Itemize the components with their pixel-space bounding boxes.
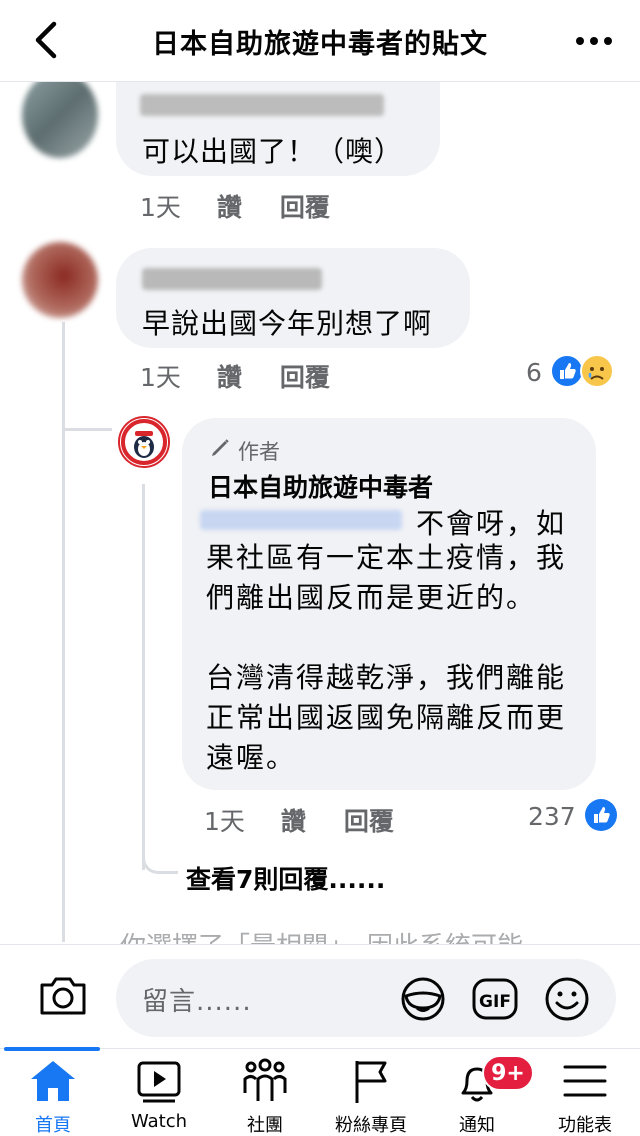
comment-meta: 1天 讚 回覆: [140, 358, 330, 394]
reaction-count[interactable]: 237: [528, 802, 576, 831]
reply-meta: 1天 讚 回覆: [204, 802, 394, 838]
pen-icon: [212, 439, 229, 456]
back-button[interactable]: [26, 18, 70, 62]
like-reaction-icon: [550, 354, 584, 388]
like-reaction-icon[interactable]: [584, 798, 618, 832]
like-button[interactable]: 讚: [217, 188, 242, 224]
reply-text: 果社區有一定本土疫情，我 們離出國反而是更近的。 台灣清得越乾淨，我們離能 正常…: [206, 541, 567, 774]
more-options-button[interactable]: [574, 26, 614, 56]
tab-label: 社團: [247, 1115, 283, 1136]
top-bar: 日本自助旅遊中毒者的貼文: [0, 0, 640, 82]
tab-label: 粉絲專頁: [335, 1115, 407, 1136]
reply-button[interactable]: 回覆: [280, 188, 330, 224]
commenter-avatar[interactable]: [22, 82, 98, 158]
comment-bubble[interactable]: 早說出國今年別想了啊: [116, 248, 470, 348]
sticker-icon[interactable]: [400, 976, 446, 1022]
tab-label: 通知: [459, 1115, 495, 1136]
like-button[interactable]: 讚: [217, 358, 242, 394]
gif-icon[interactable]: GIF: [472, 976, 518, 1022]
commenter-name-blurred: [140, 94, 384, 116]
like-button[interactable]: 讚: [281, 802, 306, 838]
page-title: 日本自助旅遊中毒者的貼文: [152, 29, 488, 60]
more-horizontal-icon: [576, 37, 612, 45]
notification-badge: 9+: [482, 1055, 534, 1091]
pages-flag-icon: [355, 1061, 387, 1103]
author-name[interactable]: 日本自助旅遊中毒者: [208, 468, 433, 504]
tab-label: 功能表: [558, 1115, 612, 1136]
comment-text: 早說出國今年別想了啊: [142, 307, 433, 340]
comments-feed[interactable]: 可以出國了！（噢） 1天 讚 回覆 早說出國今年別想了啊 1天 讚 回覆 6 作…: [0, 82, 640, 944]
sad-reaction-icon: [580, 354, 614, 388]
tab-watch[interactable]: Watch: [106, 1049, 212, 1136]
comment-meta: 1天 讚 回覆: [140, 188, 330, 224]
mascot-logo-icon: [121, 419, 167, 465]
thread-line: [62, 322, 65, 942]
watch-icon: [137, 1061, 181, 1103]
comment-time: 1天: [140, 193, 181, 222]
comment-time: 1天: [140, 363, 181, 392]
commenter-name-blurred: [142, 268, 322, 290]
commenter-avatar[interactable]: [22, 242, 98, 318]
camera-icon: [40, 977, 86, 1015]
svg-text:GIF: GIF: [479, 992, 511, 1012]
reply-button[interactable]: 回覆: [344, 802, 394, 838]
bottom-tab-bar: 首頁 Watch 社團 粉絲專頁 9+ 通知 功能表: [0, 1047, 640, 1136]
comment-bubble[interactable]: 可以出國了！（噢）: [116, 82, 440, 176]
comment-text: 可以出國了！（噢）: [142, 135, 404, 168]
emoji-icon[interactable]: [544, 976, 590, 1022]
reaction-icons[interactable]: [550, 354, 620, 388]
view-replies-connector: [142, 854, 178, 874]
tab-menu[interactable]: 功能表: [530, 1049, 640, 1136]
camera-button[interactable]: [38, 975, 88, 1017]
home-icon: [31, 1061, 75, 1101]
author-badge: 作者: [238, 440, 280, 464]
comment-composer: 留言...... GIF: [0, 944, 640, 1048]
tab-label: Watch: [130, 1111, 188, 1132]
sort-note: 你選擇了「最相關」，因此系統可能: [120, 926, 523, 944]
reply-button[interactable]: 回覆: [280, 358, 330, 394]
author-avatar[interactable]: [118, 416, 170, 468]
reaction-count[interactable]: 6: [526, 358, 542, 387]
comment-input[interactable]: 留言...... GIF: [116, 959, 616, 1037]
mention-blurred[interactable]: [200, 510, 402, 530]
tab-pages[interactable]: 粉絲專頁: [318, 1049, 424, 1136]
author-reply-bubble[interactable]: 作者 日本自助旅遊中毒者 不會呀，如 果社區有一定本土疫情，我 們離出國反而是更…: [182, 418, 596, 790]
tab-groups[interactable]: 社團: [212, 1049, 318, 1136]
menu-icon: [563, 1065, 607, 1097]
reply-time: 1天: [204, 807, 245, 836]
tab-label: 首頁: [35, 1115, 71, 1136]
tab-notifications[interactable]: 9+ 通知: [424, 1049, 534, 1136]
comment-placeholder: 留言......: [142, 987, 252, 1017]
thread-connector: [62, 428, 112, 431]
reply-thread-line: [142, 484, 145, 870]
view-more-replies-link[interactable]: 查看7則回覆......: [186, 860, 385, 896]
reply-text-first-line: 不會呀，如: [416, 507, 567, 540]
groups-icon: [243, 1058, 287, 1101]
chevron-left-icon: [35, 21, 57, 59]
tab-home[interactable]: 首頁: [0, 1049, 106, 1136]
